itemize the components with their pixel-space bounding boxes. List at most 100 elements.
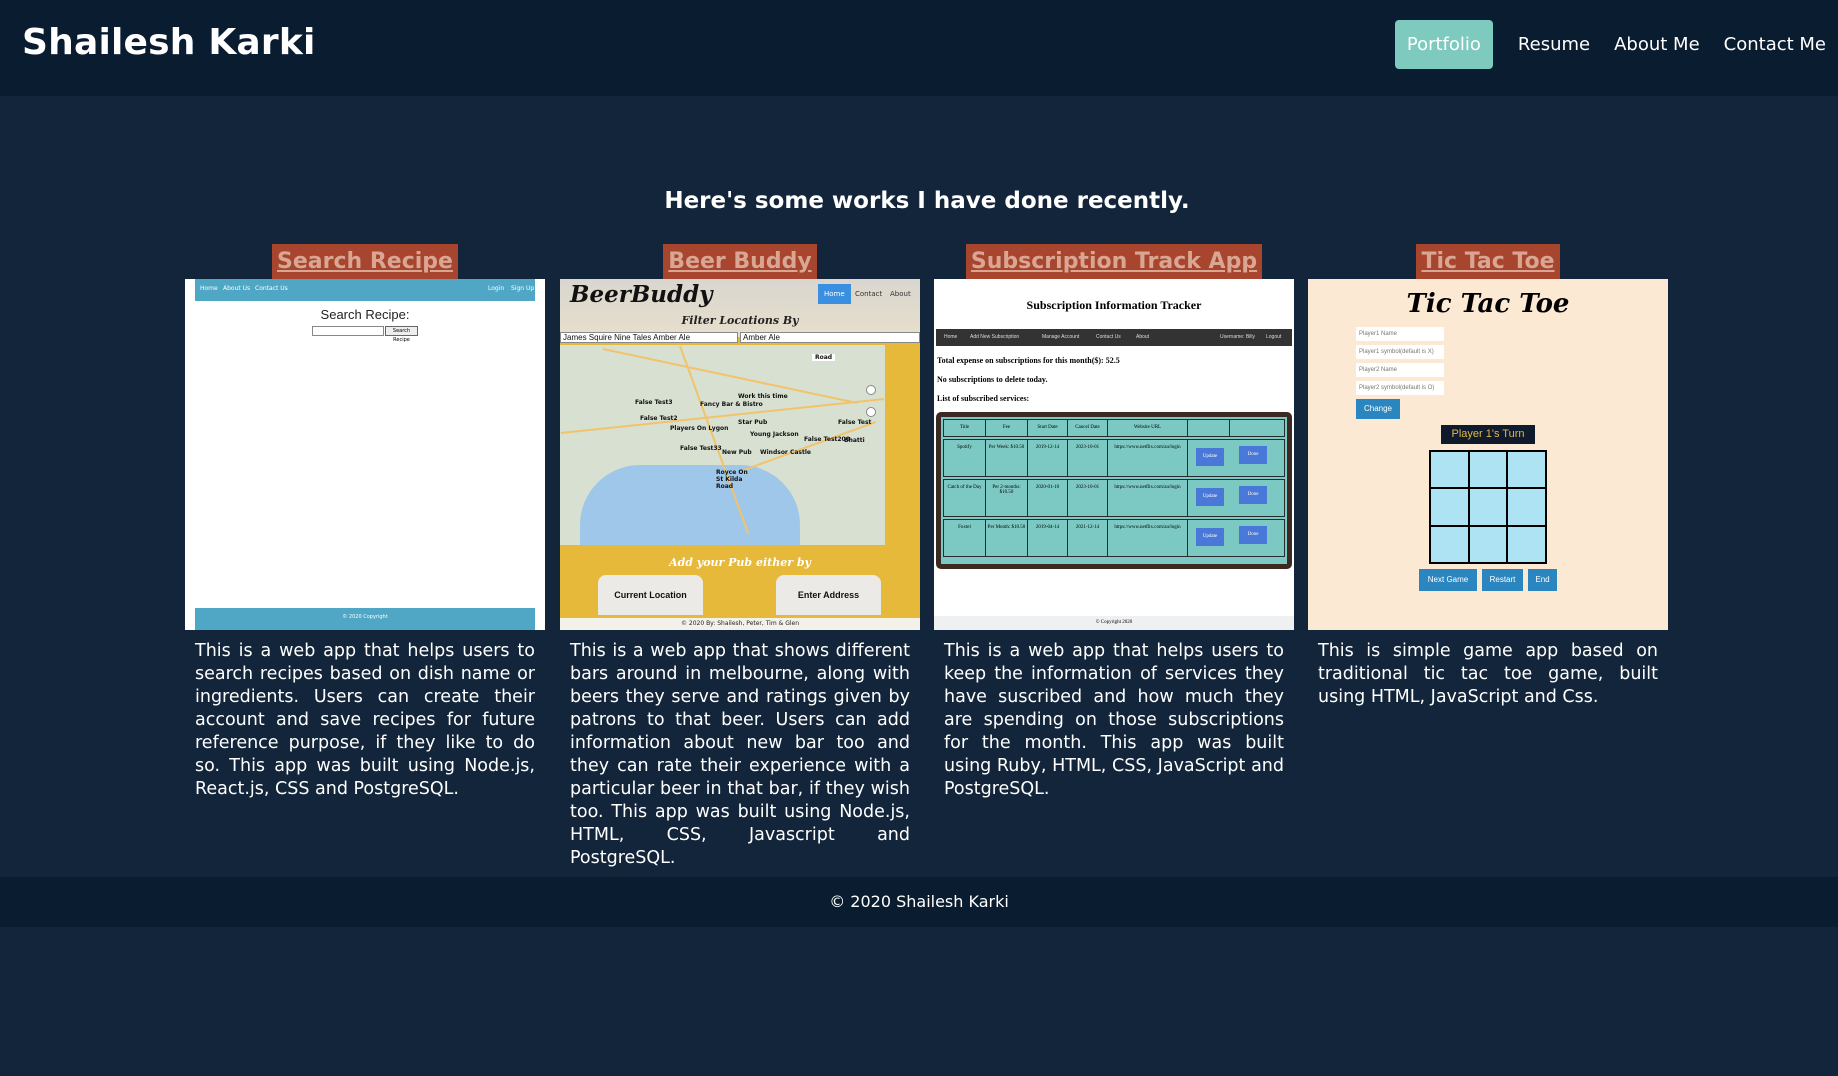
preview-nav-item: About (1136, 334, 1150, 340)
nav-portfolio[interactable]: Portfolio (1394, 20, 1493, 69)
table-cell: 2023-10-01 (1068, 480, 1108, 516)
preview-footer: © Copyright 2020 (934, 616, 1294, 630)
preview-select: Amber Ale (740, 332, 920, 343)
project-screenshot[interactable]: Tic Tac Toe Player1 Name Player1 symbol(… (1308, 279, 1668, 630)
map-label: False Test3 (635, 399, 673, 406)
table-row: Foxtel Per Month: $10.50 2019-04-14 2021… (943, 519, 1285, 557)
table-cell: Spotify (944, 440, 986, 476)
map-zoom-out-icon (866, 407, 876, 417)
board-cell (1508, 452, 1545, 488)
table-cell: Foxtel (944, 520, 986, 556)
map-label: Players On Lygon (670, 425, 729, 432)
section-heading: Here's some works I have done recently. (664, 188, 1190, 214)
preview-change-button: Change (1356, 399, 1400, 419)
preview-turn-indicator: Player 1's Turn (1441, 425, 1535, 444)
project-description: This is simple game app based on traditi… (1318, 641, 1658, 707)
preview-done-button: Done (1239, 486, 1267, 504)
preview-list-heading: List of subscribed services: (937, 394, 1030, 403)
preview-select: James Squire Nine Tales Amber Ale (560, 332, 738, 343)
map-label: Royce On St Kilda Road (716, 469, 748, 490)
preview-nav-item: Add New Subscription (970, 334, 1020, 340)
preview-nav-item: Manage Account (1042, 334, 1080, 340)
board-cell (1469, 489, 1507, 525)
preview-restart-button: Restart (1482, 569, 1523, 591)
preview-col-header: Start Date (1028, 420, 1068, 436)
preview-map-toggle: Road (812, 354, 836, 361)
project-screenshot[interactable]: Subscription Information Tracker Home Ad… (934, 279, 1294, 630)
preview-done-button: Done (1239, 446, 1267, 464)
preview-table-header: Title Fee Start Date Cancel Date Website… (943, 419, 1285, 437)
preview-nav-item: About (890, 290, 911, 298)
main-nav: Portfolio Resume About Me Contact Me (1394, 20, 1838, 69)
board-cell (1431, 526, 1468, 562)
preview-table: Title Fee Start Date Cancel Date Website… (936, 412, 1292, 569)
nav-resume[interactable]: Resume (1506, 20, 1602, 69)
table-cell: https://www.netflix.com/au/login (1108, 480, 1188, 516)
project-title-link[interactable]: Beer Buddy (663, 244, 817, 279)
map-label: Work this time (738, 393, 788, 400)
site-header: Shailesh Karki Portfolio Resume About Me… (0, 0, 1838, 96)
project-title-link[interactable]: Subscription Track App (965, 244, 1263, 279)
map-zoom-in-icon (866, 385, 876, 395)
preview-tab: Current Location (598, 575, 703, 615)
project-description: This is a web app that shows different b… (570, 641, 910, 868)
table-cell: Per 2-months: $10.50 (986, 480, 1028, 516)
brand-name[interactable]: Shailesh Karki (22, 22, 316, 63)
preview-game-board (1429, 450, 1547, 564)
map-label: Windsor Castle (760, 449, 811, 456)
board-cell (1508, 489, 1545, 525)
board-cell (1469, 452, 1507, 488)
map-label: Young Jackson (750, 431, 799, 438)
table-row: Spotify Per Week: $10.50 2019-12-14 2023… (943, 439, 1285, 477)
preview-add-heading: Add your Pub either by (669, 556, 811, 569)
map-label: Bhatti (844, 437, 865, 444)
preview-tab: Enter Address (776, 575, 881, 615)
preview-player2-name-field: Player2 Name (1356, 363, 1444, 377)
preview-heading: Subscription Information Tracker (1026, 298, 1202, 312)
preview-nav-item: Sign Up (511, 285, 535, 292)
table-cell: Per Month: $10.50 (986, 520, 1028, 556)
preview-player1-symbol-field: Player1 symbol(default is X) (1356, 345, 1444, 359)
project-description: This is a web app that helps users to ke… (944, 641, 1284, 799)
preview-update-button: Update (1196, 528, 1224, 546)
preview-logout: Logout (1266, 334, 1282, 340)
preview-heading: Search Recipe: (320, 307, 410, 322)
map-label: Star Pub (738, 419, 768, 426)
preview-footer: © 2020 Copyright (195, 608, 535, 630)
map-label: Fancy Bar & Bistro (700, 401, 763, 408)
preview-col-header: Website URL (1108, 420, 1188, 436)
board-cell (1431, 452, 1468, 488)
preview-player2-symbol-field: Player2 symbol(default is O) (1356, 381, 1444, 395)
table-cell: 2021-12-14 (1068, 520, 1108, 556)
map-label: False Test (838, 419, 872, 426)
footer-copyright: © 2020 Shailesh Karki (829, 892, 1009, 911)
preview-nav-item: Home (200, 285, 218, 292)
nav-about-me[interactable]: About Me (1602, 20, 1712, 69)
preview-nav-item: Home (944, 334, 958, 340)
preview-col-header: Fee (986, 420, 1028, 436)
board-cell (1469, 526, 1507, 562)
project-title-link[interactable]: Search Recipe (272, 244, 458, 279)
nav-contact-me[interactable]: Contact Me (1712, 20, 1838, 69)
board-cell (1431, 489, 1468, 525)
preview-col-header: Cancel Date (1068, 420, 1108, 436)
preview-end-button: End (1528, 569, 1557, 591)
preview-col-header: Title (944, 420, 986, 436)
preview-next-game-button: Next Game (1419, 569, 1477, 591)
preview-total-expense: Total expense on subscriptions for this … (937, 356, 1120, 365)
preview-search-input (312, 326, 384, 336)
map-label: False Test2 (640, 415, 678, 422)
project-screenshot[interactable]: Home About Us Contact Us Login Sign Up S… (185, 279, 545, 630)
preview-nav-item: Home (818, 284, 851, 304)
table-cell: Per Week: $10.50 (986, 440, 1028, 476)
table-row: Catch of the Day Per 2-months: $10.50 20… (943, 479, 1285, 517)
project-card-tic-tac-toe: Tic Tac Toe Tic Tac Toe Player1 Name Pla… (1308, 244, 1668, 709)
project-title-link[interactable]: Tic Tac Toe (1416, 244, 1560, 279)
site-footer: © 2020 Shailesh Karki (0, 877, 1838, 927)
project-screenshot[interactable]: BeerBuddy Home Contact About Filter Loca… (560, 279, 920, 630)
table-cell: 2020-01-10 (1028, 480, 1068, 516)
table-cell: 2019-12-14 (1028, 440, 1068, 476)
map-label: New Pub (722, 449, 752, 456)
preview-nav-item: Login (488, 285, 505, 292)
preview-done-button: Done (1239, 526, 1267, 544)
